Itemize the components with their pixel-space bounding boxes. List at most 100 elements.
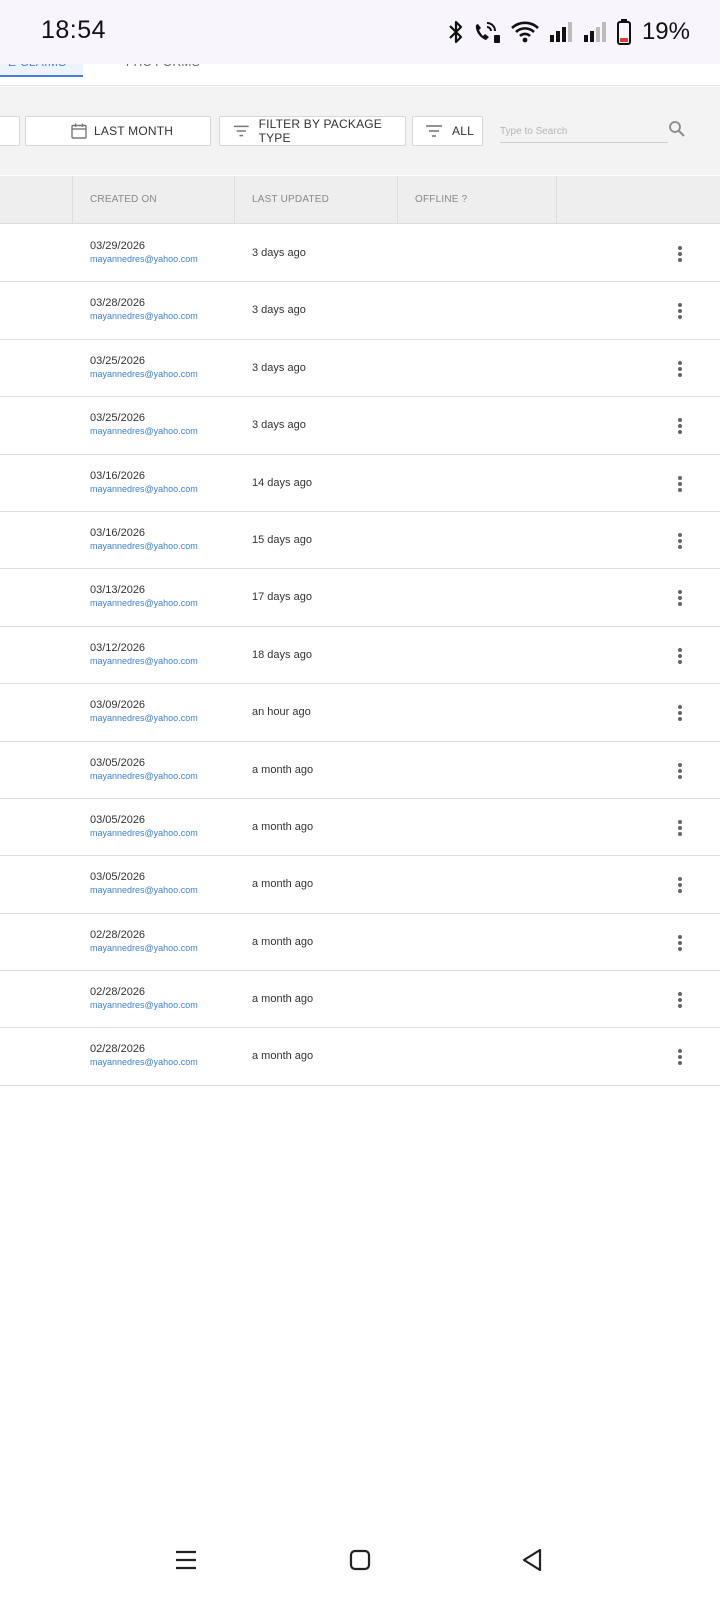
table-header: CREATED ON LAST UPDATED OFFLINE ?	[0, 176, 720, 224]
last-updated-cell: 3 days ago	[252, 304, 306, 317]
bluetooth-icon	[448, 19, 464, 45]
date-range-filter[interactable]: LAST MONTH	[25, 116, 211, 146]
creator-email-link[interactable]: mayannedres@yahoo.com	[90, 425, 198, 437]
more-options-icon[interactable]	[670, 356, 690, 382]
more-options-icon[interactable]	[670, 413, 690, 439]
creator-email-link[interactable]: mayannedres@yahoo.com	[90, 1056, 198, 1068]
created-date: 03/12/2026	[90, 641, 146, 654]
creator-email-link[interactable]: mayannedres@yahoo.com	[90, 540, 198, 552]
table-row[interactable]: 03/09/2026 mayannedres@yahoo.com an hour…	[0, 684, 720, 742]
column-header-offline[interactable]: OFFLINE ?	[397, 176, 467, 224]
filter-icon	[426, 125, 442, 137]
more-options-icon[interactable]	[670, 872, 690, 898]
last-updated-cell: 14 days ago	[252, 476, 312, 489]
tab-fhc-forms[interactable]: FHC FORMS	[126, 64, 200, 77]
created-date: 03/25/2026	[90, 354, 146, 367]
table-row[interactable]: 03/13/2026 mayannedres@yahoo.com 17 days…	[0, 569, 720, 627]
more-options-icon[interactable]	[670, 471, 690, 497]
back-icon[interactable]	[514, 1542, 550, 1578]
tab-e-claims[interactable]: E CLAIMS	[0, 64, 83, 77]
table-row[interactable]: 02/28/2026 mayannedres@yahoo.com a month…	[0, 913, 720, 972]
search-field	[500, 121, 668, 143]
creator-email-link[interactable]: mayannedres@yahoo.com	[90, 310, 198, 322]
creator-email-link[interactable]: mayannedres@yahoo.com	[90, 712, 198, 724]
creator-email-link[interactable]: mayannedres@yahoo.com	[90, 368, 198, 380]
more-options-icon[interactable]	[670, 585, 690, 611]
created-date: 03/05/2026	[90, 871, 146, 884]
creator-email-link[interactable]: mayannedres@yahoo.com	[90, 827, 198, 839]
column-header-last-updated[interactable]: LAST UPDATED	[234, 176, 329, 224]
status-filter-label: ALL	[452, 124, 474, 138]
more-options-icon[interactable]	[670, 930, 690, 956]
creator-email-link[interactable]: mayannedres@yahoo.com	[90, 942, 198, 954]
more-options-icon[interactable]	[670, 241, 690, 267]
created-cell: 03/13/2026 mayannedres@yahoo.com	[90, 584, 198, 609]
filter-icon	[233, 125, 249, 137]
table-row[interactable]: 03/05/2026 mayannedres@yahoo.com a month…	[0, 856, 720, 914]
created-cell: 03/25/2026 mayannedres@yahoo.com	[90, 355, 198, 380]
created-date: 03/16/2026	[90, 469, 146, 482]
more-options-icon[interactable]	[670, 528, 690, 554]
table-row[interactable]: 02/28/2026 mayannedres@yahoo.com a month…	[0, 1028, 720, 1086]
table-row[interactable]: 03/28/2026 mayannedres@yahoo.com 3 days …	[0, 282, 720, 340]
created-cell: 03/05/2026 mayannedres@yahoo.com	[90, 757, 198, 782]
creator-email-link[interactable]: mayannedres@yahoo.com	[90, 884, 198, 896]
status-bar: 18:54 19%	[0, 0, 720, 64]
created-date: 03/16/2026	[90, 526, 146, 539]
last-updated-cell: an hour ago	[252, 706, 311, 719]
more-options-icon[interactable]	[670, 643, 690, 669]
last-updated-cell: 17 days ago	[252, 591, 312, 604]
search-icon[interactable]	[668, 120, 686, 143]
table-row[interactable]: 03/12/2026 mayannedres@yahoo.com 18 days…	[0, 626, 720, 685]
created-cell: 03/09/2026 mayannedres@yahoo.com	[90, 699, 198, 724]
created-date: 03/05/2026	[90, 813, 146, 826]
table-row[interactable]: 03/25/2026 mayannedres@yahoo.com 3 days …	[0, 339, 720, 398]
package-type-label: FILTER BY PACKAGE TYPE	[258, 117, 383, 145]
status-filter[interactable]: ALL	[412, 116, 483, 146]
creator-email-link[interactable]: mayannedres@yahoo.com	[90, 597, 198, 609]
filter-chip-partial[interactable]	[0, 116, 20, 146]
created-cell: 02/28/2026 mayannedres@yahoo.com	[90, 986, 198, 1011]
more-options-icon[interactable]	[670, 987, 690, 1013]
more-options-icon[interactable]	[670, 758, 690, 784]
last-updated-cell: a month ago	[252, 1050, 314, 1063]
creator-email-link[interactable]: mayannedres@yahoo.com	[90, 655, 198, 667]
creator-email-link[interactable]: mayannedres@yahoo.com	[90, 253, 198, 265]
created-date: 03/05/2026	[90, 756, 146, 769]
last-updated-cell: 3 days ago	[252, 247, 306, 259]
signal-icon	[582, 19, 608, 45]
creator-email-link[interactable]: mayannedres@yahoo.com	[90, 483, 198, 495]
status-icons: 19%	[448, 14, 690, 50]
table-row[interactable]: 03/25/2026 mayannedres@yahoo.com 3 days …	[0, 397, 720, 455]
table-row[interactable]: 03/16/2026 mayannedres@yahoo.com 14 days…	[0, 454, 720, 512]
created-date: 03/29/2026	[90, 240, 146, 252]
table-row[interactable]: 03/16/2026 mayannedres@yahoo.com 15 days…	[0, 511, 720, 570]
last-updated-cell: a month ago	[252, 763, 314, 776]
creator-email-link[interactable]: mayannedres@yahoo.com	[90, 770, 198, 782]
created-cell: 03/25/2026 mayannedres@yahoo.com	[90, 412, 198, 437]
table-row[interactable]: 02/28/2026 mayannedres@yahoo.com a month…	[0, 971, 720, 1029]
table-row[interactable]: 03/05/2026 mayannedres@yahoo.com a month…	[0, 798, 720, 857]
package-type-filter[interactable]: FILTER BY PACKAGE TYPE	[219, 116, 406, 146]
search-input[interactable]	[500, 126, 668, 137]
created-date: 02/28/2026	[90, 928, 146, 941]
table-row[interactable]: 03/29/2026 mayannedres@yahoo.com 3 days …	[0, 225, 720, 283]
column-header-created-on[interactable]: CREATED ON	[72, 176, 157, 224]
last-updated-cell: 3 days ago	[252, 361, 306, 374]
wifi-icon	[510, 19, 540, 45]
last-updated-cell: a month ago	[252, 935, 314, 948]
table-row[interactable]: 03/05/2026 mayannedres@yahoo.com a month…	[0, 741, 720, 799]
home-icon[interactable]	[342, 1542, 378, 1578]
more-options-icon[interactable]	[670, 298, 690, 324]
created-cell: 03/28/2026 mayannedres@yahoo.com	[90, 297, 198, 322]
more-options-icon[interactable]	[670, 700, 690, 726]
more-options-icon[interactable]	[670, 815, 690, 841]
last-updated-cell: 15 days ago	[252, 533, 312, 546]
created-date: 02/28/2026	[90, 986, 146, 999]
created-date: 03/13/2026	[90, 584, 146, 597]
created-date: 03/09/2026	[90, 699, 146, 712]
menu-icon[interactable]	[168, 1542, 204, 1578]
last-updated-cell: 3 days ago	[252, 419, 306, 432]
more-options-icon[interactable]	[670, 1044, 690, 1070]
creator-email-link[interactable]: mayannedres@yahoo.com	[90, 999, 198, 1011]
